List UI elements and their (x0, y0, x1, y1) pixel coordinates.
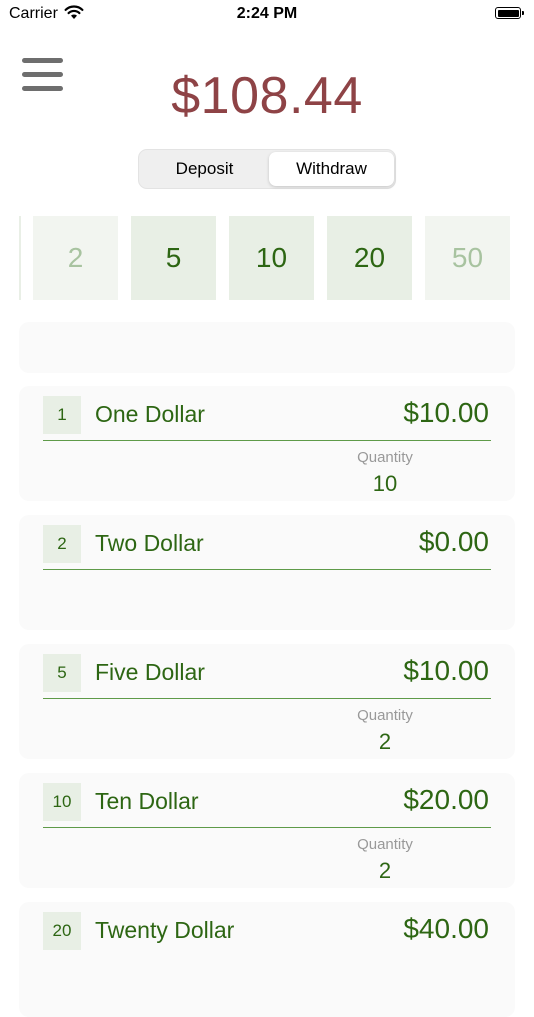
bill-amount: $0.00 (418, 526, 489, 557)
divider (43, 440, 491, 441)
bill-name: Two Dollar (95, 530, 204, 556)
bill-badge: 10 (43, 783, 81, 821)
divider (43, 698, 491, 699)
denomination-picker[interactable]: 2 5 10 20 50 (0, 216, 534, 300)
divider (43, 569, 491, 570)
bill-amount: $40.00 (403, 913, 489, 944)
bill-name: Twenty Dollar (95, 917, 235, 943)
bill-name: Ten Dollar (95, 788, 199, 814)
bill-amount: $20.00 (403, 784, 489, 815)
amount-entry-field[interactable] (19, 322, 515, 373)
battery-icon (495, 7, 524, 19)
balance-amount: $108.44 (171, 67, 363, 125)
divider (43, 827, 491, 828)
deposit-withdraw-toggle: Deposit Withdraw (138, 149, 396, 189)
bill-card-one-dollar[interactable]: 1 One Dollar $10.00 Quantity 10 (19, 386, 515, 501)
status-bar: Carrier 2:24 PM (0, 0, 534, 30)
bill-amount: $10.00 (403, 655, 489, 686)
bill-badge: 1 (43, 396, 81, 434)
bill-card-five-dollar[interactable]: 5 Five Dollar $10.00 Quantity 2 (19, 644, 515, 759)
denomination-50[interactable]: 50 (425, 216, 510, 300)
denomination-5[interactable]: 5 (131, 216, 216, 300)
bill-badge: 5 (43, 654, 81, 692)
deposit-segment[interactable]: Deposit (142, 152, 267, 186)
bill-card-twenty-dollar[interactable]: 20 Twenty Dollar $40.00 (19, 902, 515, 1017)
bill-name: One Dollar (95, 401, 205, 427)
bill-amount: $10.00 (403, 397, 489, 428)
bill-card-two-dollar[interactable]: 2 Two Dollar $0.00 (19, 515, 515, 630)
denomination-20[interactable]: 20 (327, 216, 412, 300)
bill-badge: 20 (43, 912, 81, 950)
denomination-10[interactable]: 10 (229, 216, 314, 300)
bill-name: Five Dollar (95, 659, 205, 685)
bill-card-ten-dollar[interactable]: 10 Ten Dollar $20.00 Quantity 2 (19, 773, 515, 888)
status-time: 2:24 PM (236, 5, 298, 22)
denomination-2[interactable]: 2 (33, 216, 118, 300)
withdraw-segment[interactable]: Withdraw (269, 152, 394, 186)
bill-badge: 2 (43, 525, 81, 563)
denomination-edge (19, 216, 21, 300)
